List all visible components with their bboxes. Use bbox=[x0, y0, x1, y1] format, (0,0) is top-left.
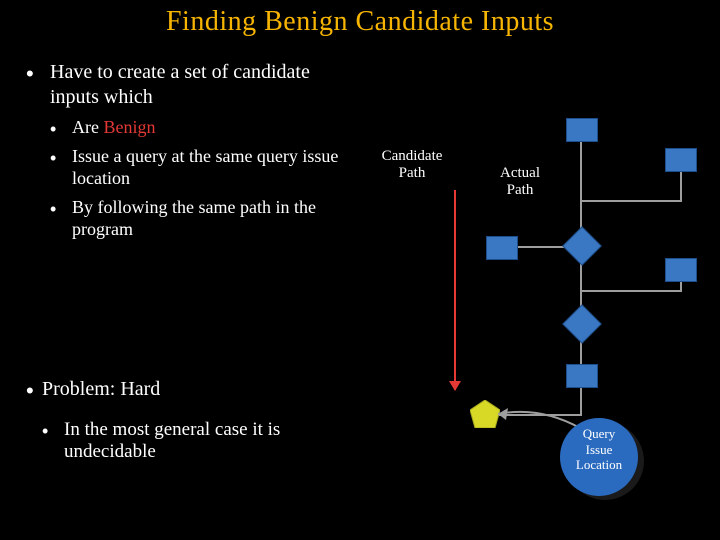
flow-node-box bbox=[486, 236, 518, 260]
problem-text: Problem: Hard bbox=[42, 378, 356, 401]
flow-node-decision bbox=[562, 226, 602, 266]
sub-bullet-c: By following the same path in the progra… bbox=[72, 196, 356, 241]
label-actual-path: ActualPath bbox=[490, 165, 550, 200]
problem-sub-text: In the most general case it is undecidab… bbox=[64, 419, 356, 463]
flow-node-box bbox=[665, 148, 697, 172]
query-issue-location: QueryIssueLocation bbox=[560, 418, 638, 496]
bullet-icon: • bbox=[50, 198, 56, 221]
candidate-path-arrow bbox=[454, 190, 456, 390]
bullet-icon: • bbox=[50, 118, 56, 141]
bullet-icon: • bbox=[26, 60, 34, 88]
flow-node-box bbox=[665, 258, 697, 282]
bullet-icon: • bbox=[26, 378, 34, 404]
flow-line bbox=[680, 170, 682, 202]
sub-bullet-a: Are Benign bbox=[72, 116, 356, 139]
main-bullet-text: Have to create a set of candidate inputs… bbox=[50, 60, 356, 110]
slide-title: Finding Benign Candidate Inputs bbox=[0, 6, 720, 38]
problem-section: • Problem: Hard • In the most general ca… bbox=[26, 378, 356, 463]
flow-line bbox=[580, 290, 680, 292]
label-candidate-path: CandidatePath bbox=[372, 148, 452, 183]
highlight-benign: Benign bbox=[103, 117, 155, 137]
bullet-icon: • bbox=[50, 147, 56, 170]
flow-node-decision bbox=[562, 304, 602, 344]
flow-line bbox=[580, 200, 680, 202]
flow-node-box bbox=[566, 364, 598, 388]
flow-node-box bbox=[566, 118, 598, 142]
text-column: • Have to create a set of candidate inpu… bbox=[26, 60, 356, 241]
sub-bullet-b: Issue a query at the same query issue lo… bbox=[72, 145, 356, 190]
bullet-icon: • bbox=[42, 421, 48, 442]
